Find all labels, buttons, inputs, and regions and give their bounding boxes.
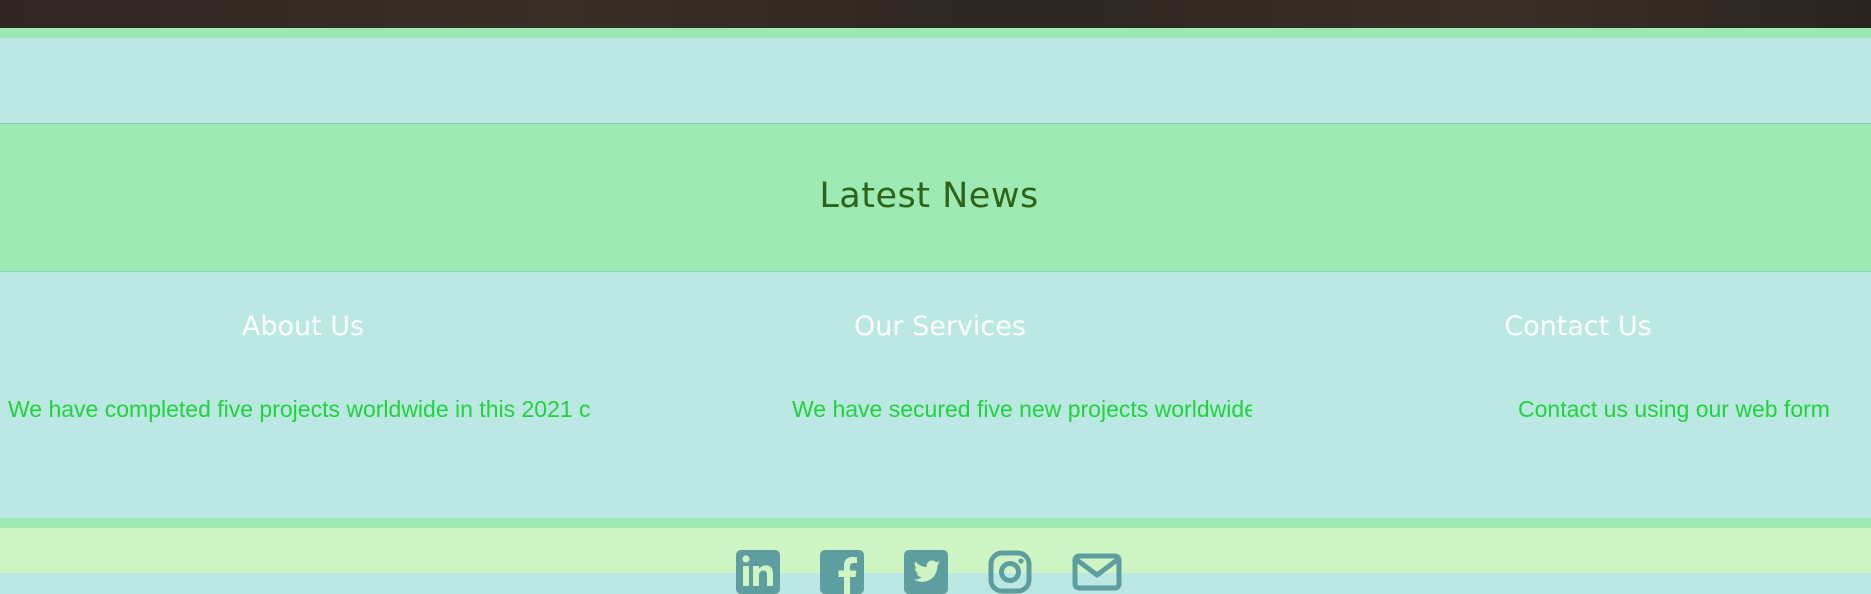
our-services-link[interactable]: We have secured five new projects worldw… xyxy=(792,394,1252,424)
spacer-band xyxy=(0,38,1871,124)
twitter-icon[interactable] xyxy=(904,550,948,594)
instagram-icon[interactable] xyxy=(988,550,1032,594)
our-services-heading: Our Services xyxy=(854,311,1026,342)
facebook-icon[interactable] xyxy=(820,550,864,594)
contact-us-heading: Contact Us xyxy=(1504,311,1652,342)
hero-image-strip xyxy=(0,0,1871,28)
contact-us-link[interactable]: Contact us using our web form xyxy=(1518,394,1868,424)
latest-news-title: Latest News xyxy=(819,176,1039,216)
email-icon[interactable] xyxy=(1072,550,1122,594)
about-us-heading: About Us xyxy=(241,311,365,342)
linkedin-icon[interactable] xyxy=(736,550,780,594)
section-divider xyxy=(0,28,1871,38)
about-us-link[interactable]: We have completed five projects worldwid… xyxy=(8,394,616,424)
footer-divider xyxy=(0,518,1871,528)
